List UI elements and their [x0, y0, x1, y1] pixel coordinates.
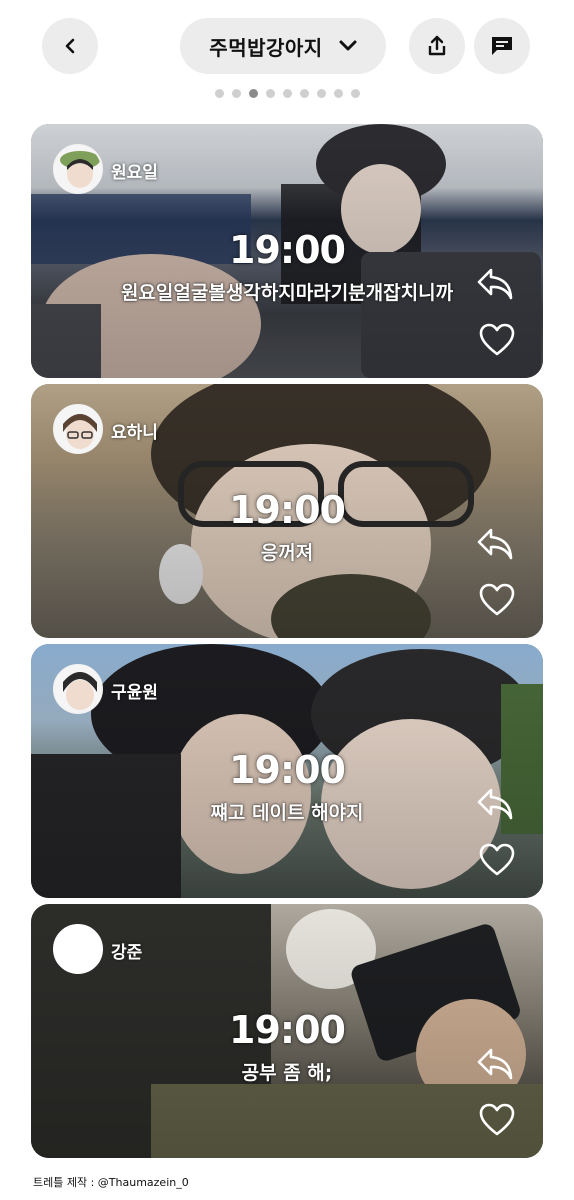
credit-text: 트레틀 제작 : @Thaumazein_0: [33, 1176, 189, 1189]
reply-icon[interactable]: [475, 786, 515, 822]
heart-icon[interactable]: [479, 1103, 515, 1137]
top-bar: 주먹밥강아지: [0, 18, 574, 74]
card-username: 강준: [111, 943, 143, 963]
heart-icon[interactable]: [479, 583, 515, 617]
card-username: 구윤원: [111, 683, 158, 703]
message-time: 19:00: [229, 748, 346, 792]
avatar[interactable]: [53, 144, 103, 194]
avatar[interactable]: [53, 404, 103, 454]
chevron-left-icon: [65, 38, 75, 54]
reply-icon[interactable]: [475, 1046, 515, 1082]
page-dot-active[interactable]: [248, 89, 258, 98]
reply-icon[interactable]: [475, 526, 515, 562]
page-dot[interactable]: [316, 89, 326, 98]
message-text: 원요일얼굴볼생각하지마라기분개잡치니까: [120, 282, 454, 304]
card-username: 요하니: [111, 423, 158, 443]
page-dot[interactable]: [282, 89, 292, 98]
message-text: 응꺼져: [260, 542, 314, 564]
message-card[interactable]: 강준 19:00 공부 좀 해;: [31, 904, 543, 1158]
message-text: 쨰고 데이트 해야지: [210, 802, 364, 824]
page-dot[interactable]: [333, 89, 343, 98]
chevron-down-icon: [339, 40, 357, 51]
message-card[interactable]: 요하니 19:00 응꺼져: [31, 384, 543, 638]
heart-icon[interactable]: [479, 843, 515, 877]
profile-selector[interactable]: 주먹밥강아지: [180, 18, 386, 74]
page-title: 주먹밥강아지: [209, 35, 323, 60]
avatar[interactable]: [53, 664, 103, 714]
message-card[interactable]: 원요일 19:00 원요일얼굴볼생각하지마라기분개잡치니까: [31, 124, 543, 378]
chat-bubble-icon: [492, 37, 512, 55]
share-button[interactable]: [409, 18, 465, 74]
page-dot[interactable]: [350, 89, 360, 98]
message-card[interactable]: 구윤원 19:00 쨰고 데이트 해야지: [31, 644, 543, 898]
avatar[interactable]: [53, 924, 103, 974]
card-username: 원요일: [111, 163, 158, 183]
message-text: 공부 좀 해;: [241, 1062, 333, 1084]
share-icon: [428, 35, 446, 56]
page-dot[interactable]: [214, 89, 224, 98]
page-dot[interactable]: [299, 89, 309, 98]
page-indicator: [0, 89, 574, 98]
reply-icon[interactable]: [475, 266, 515, 302]
message-time: 19:00: [229, 228, 346, 272]
message-time: 19:00: [229, 488, 346, 532]
page-dot[interactable]: [231, 89, 241, 98]
message-time: 19:00: [229, 1008, 346, 1052]
chat-button[interactable]: [474, 18, 530, 74]
page-dot[interactable]: [265, 89, 275, 98]
heart-icon[interactable]: [479, 323, 515, 357]
back-button[interactable]: [42, 18, 98, 74]
